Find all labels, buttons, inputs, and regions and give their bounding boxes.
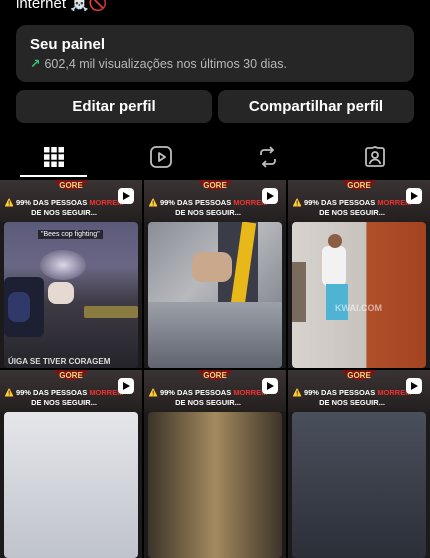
post-thumbnail[interactable]: GORE ⚠️ 99% DAS PESSOAS MORREM DE NOS SE… bbox=[288, 370, 430, 558]
post-caption: ⚠️ 99% DAS PESSOAS MORREM DE NOS SEGUIR.… bbox=[4, 388, 124, 407]
caption-text: ⚠️ 99% DAS PESSOAS bbox=[148, 198, 234, 207]
post-caption: ⚠️ 99% DAS PESSOAS MORREM DE NOS SEGUIR.… bbox=[292, 388, 412, 407]
post-thumbnail[interactable]: GORE ⚠️ 99% DAS PESSOAS MORREM DE NOS SE… bbox=[288, 180, 430, 368]
tab-reposts[interactable] bbox=[214, 135, 321, 179]
caption-text: ⚠️ 99% DAS PESSOAS bbox=[292, 198, 378, 207]
dashboard-title: Seu painel bbox=[30, 36, 106, 53]
caption-text-end: DE NOS SEGUIR... bbox=[175, 397, 241, 407]
caption-text-end: DE NOS SEGUIR... bbox=[175, 207, 241, 217]
tagged-icon bbox=[364, 146, 385, 167]
reel-badge-icon bbox=[118, 188, 134, 204]
post-thumbnail[interactable]: GORE ⚠️ 99% DAS PESSOAS MORREM DE NOS SE… bbox=[144, 370, 286, 558]
post-caption: ⚠️ 99% DAS PESSOAS MORREM DE NOS SEGUIR.… bbox=[292, 198, 412, 217]
post-media bbox=[148, 412, 282, 558]
caption-text: ⚠️ 99% DAS PESSOAS bbox=[148, 388, 234, 397]
reels-icon bbox=[149, 146, 172, 168]
reel-badge-icon bbox=[406, 188, 422, 204]
professional-dashboard-card[interactable]: Seu painel ↗ 602,4 mil visualizações nos … bbox=[16, 25, 414, 82]
reel-badge-icon bbox=[262, 188, 278, 204]
reel-badge-icon bbox=[406, 378, 422, 394]
caption-text: ⚠️ 99% DAS PESSOAS bbox=[4, 388, 90, 397]
post-thumbnail[interactable]: GORE ⚠️ 99% DAS PESSOAS MORREM DE NOS SE… bbox=[144, 180, 286, 368]
tab-tagged[interactable] bbox=[321, 135, 428, 179]
profile-tabs bbox=[0, 135, 430, 179]
share-profile-button[interactable]: Compartilhar perfil bbox=[218, 90, 414, 123]
post-media bbox=[292, 412, 426, 558]
post-caption: ⚠️ 99% DAS PESSOAS MORREM DE NOS SEGUIR.… bbox=[148, 388, 268, 407]
posts-grid: GORE ⚠️ 99% DAS PESSOAS MORREM DE NOS SE… bbox=[0, 180, 430, 558]
caption-text-end: DE NOS SEGUIR... bbox=[31, 207, 97, 217]
caption-text-end: DE NOS SEGUIR... bbox=[319, 207, 385, 217]
post-thumbnail[interactable]: GORE ⚠️ 99% DAS PESSOAS MORREM DE NOS SE… bbox=[0, 180, 142, 368]
dashboard-stats-text: 602,4 mil visualizações nos últimos 30 d… bbox=[44, 57, 287, 71]
post-bottom-caption: ÚIGA SE TIVER CORAGEM bbox=[8, 357, 111, 366]
post-media: KWAI.COM bbox=[292, 222, 426, 368]
caption-text: ⚠️ 99% DAS PESSOAS bbox=[292, 388, 378, 397]
repost-icon bbox=[259, 146, 276, 168]
profile-bio-line: internet ☠️🚫 bbox=[16, 0, 108, 12]
video-overlay-text: "Bees cop fighting" bbox=[38, 230, 103, 239]
grid-icon bbox=[43, 147, 64, 167]
caption-text: ⚠️ 99% DAS PESSOAS bbox=[4, 198, 90, 207]
post-thumbnail[interactable]: GORE ⚠️ 99% DAS PESSOAS MORREM DE NOS SE… bbox=[0, 370, 142, 558]
post-media: "Bees cop fighting" ÚIGA SE TIVER CORAGE… bbox=[4, 222, 138, 368]
reel-badge-icon bbox=[262, 378, 278, 394]
trend-up-icon: ↗ bbox=[30, 57, 41, 71]
post-caption: ⚠️ 99% DAS PESSOAS MORREM DE NOS SEGUIR.… bbox=[4, 198, 124, 217]
caption-text-end: DE NOS SEGUIR... bbox=[319, 397, 385, 407]
caption-text-end: DE NOS SEGUIR... bbox=[31, 397, 97, 407]
edit-profile-button[interactable]: Editar perfil bbox=[16, 90, 212, 123]
post-media bbox=[148, 222, 282, 368]
post-media bbox=[4, 412, 138, 558]
dashboard-stats: ↗ 602,4 mil visualizações nos últimos 30 … bbox=[30, 56, 287, 71]
reel-badge-icon bbox=[118, 378, 134, 394]
tab-grid[interactable] bbox=[0, 135, 107, 179]
watermark-text: KWAI.COM bbox=[335, 303, 382, 313]
tab-reels[interactable] bbox=[107, 135, 214, 179]
post-caption: ⚠️ 99% DAS PESSOAS MORREM DE NOS SEGUIR.… bbox=[148, 198, 268, 217]
